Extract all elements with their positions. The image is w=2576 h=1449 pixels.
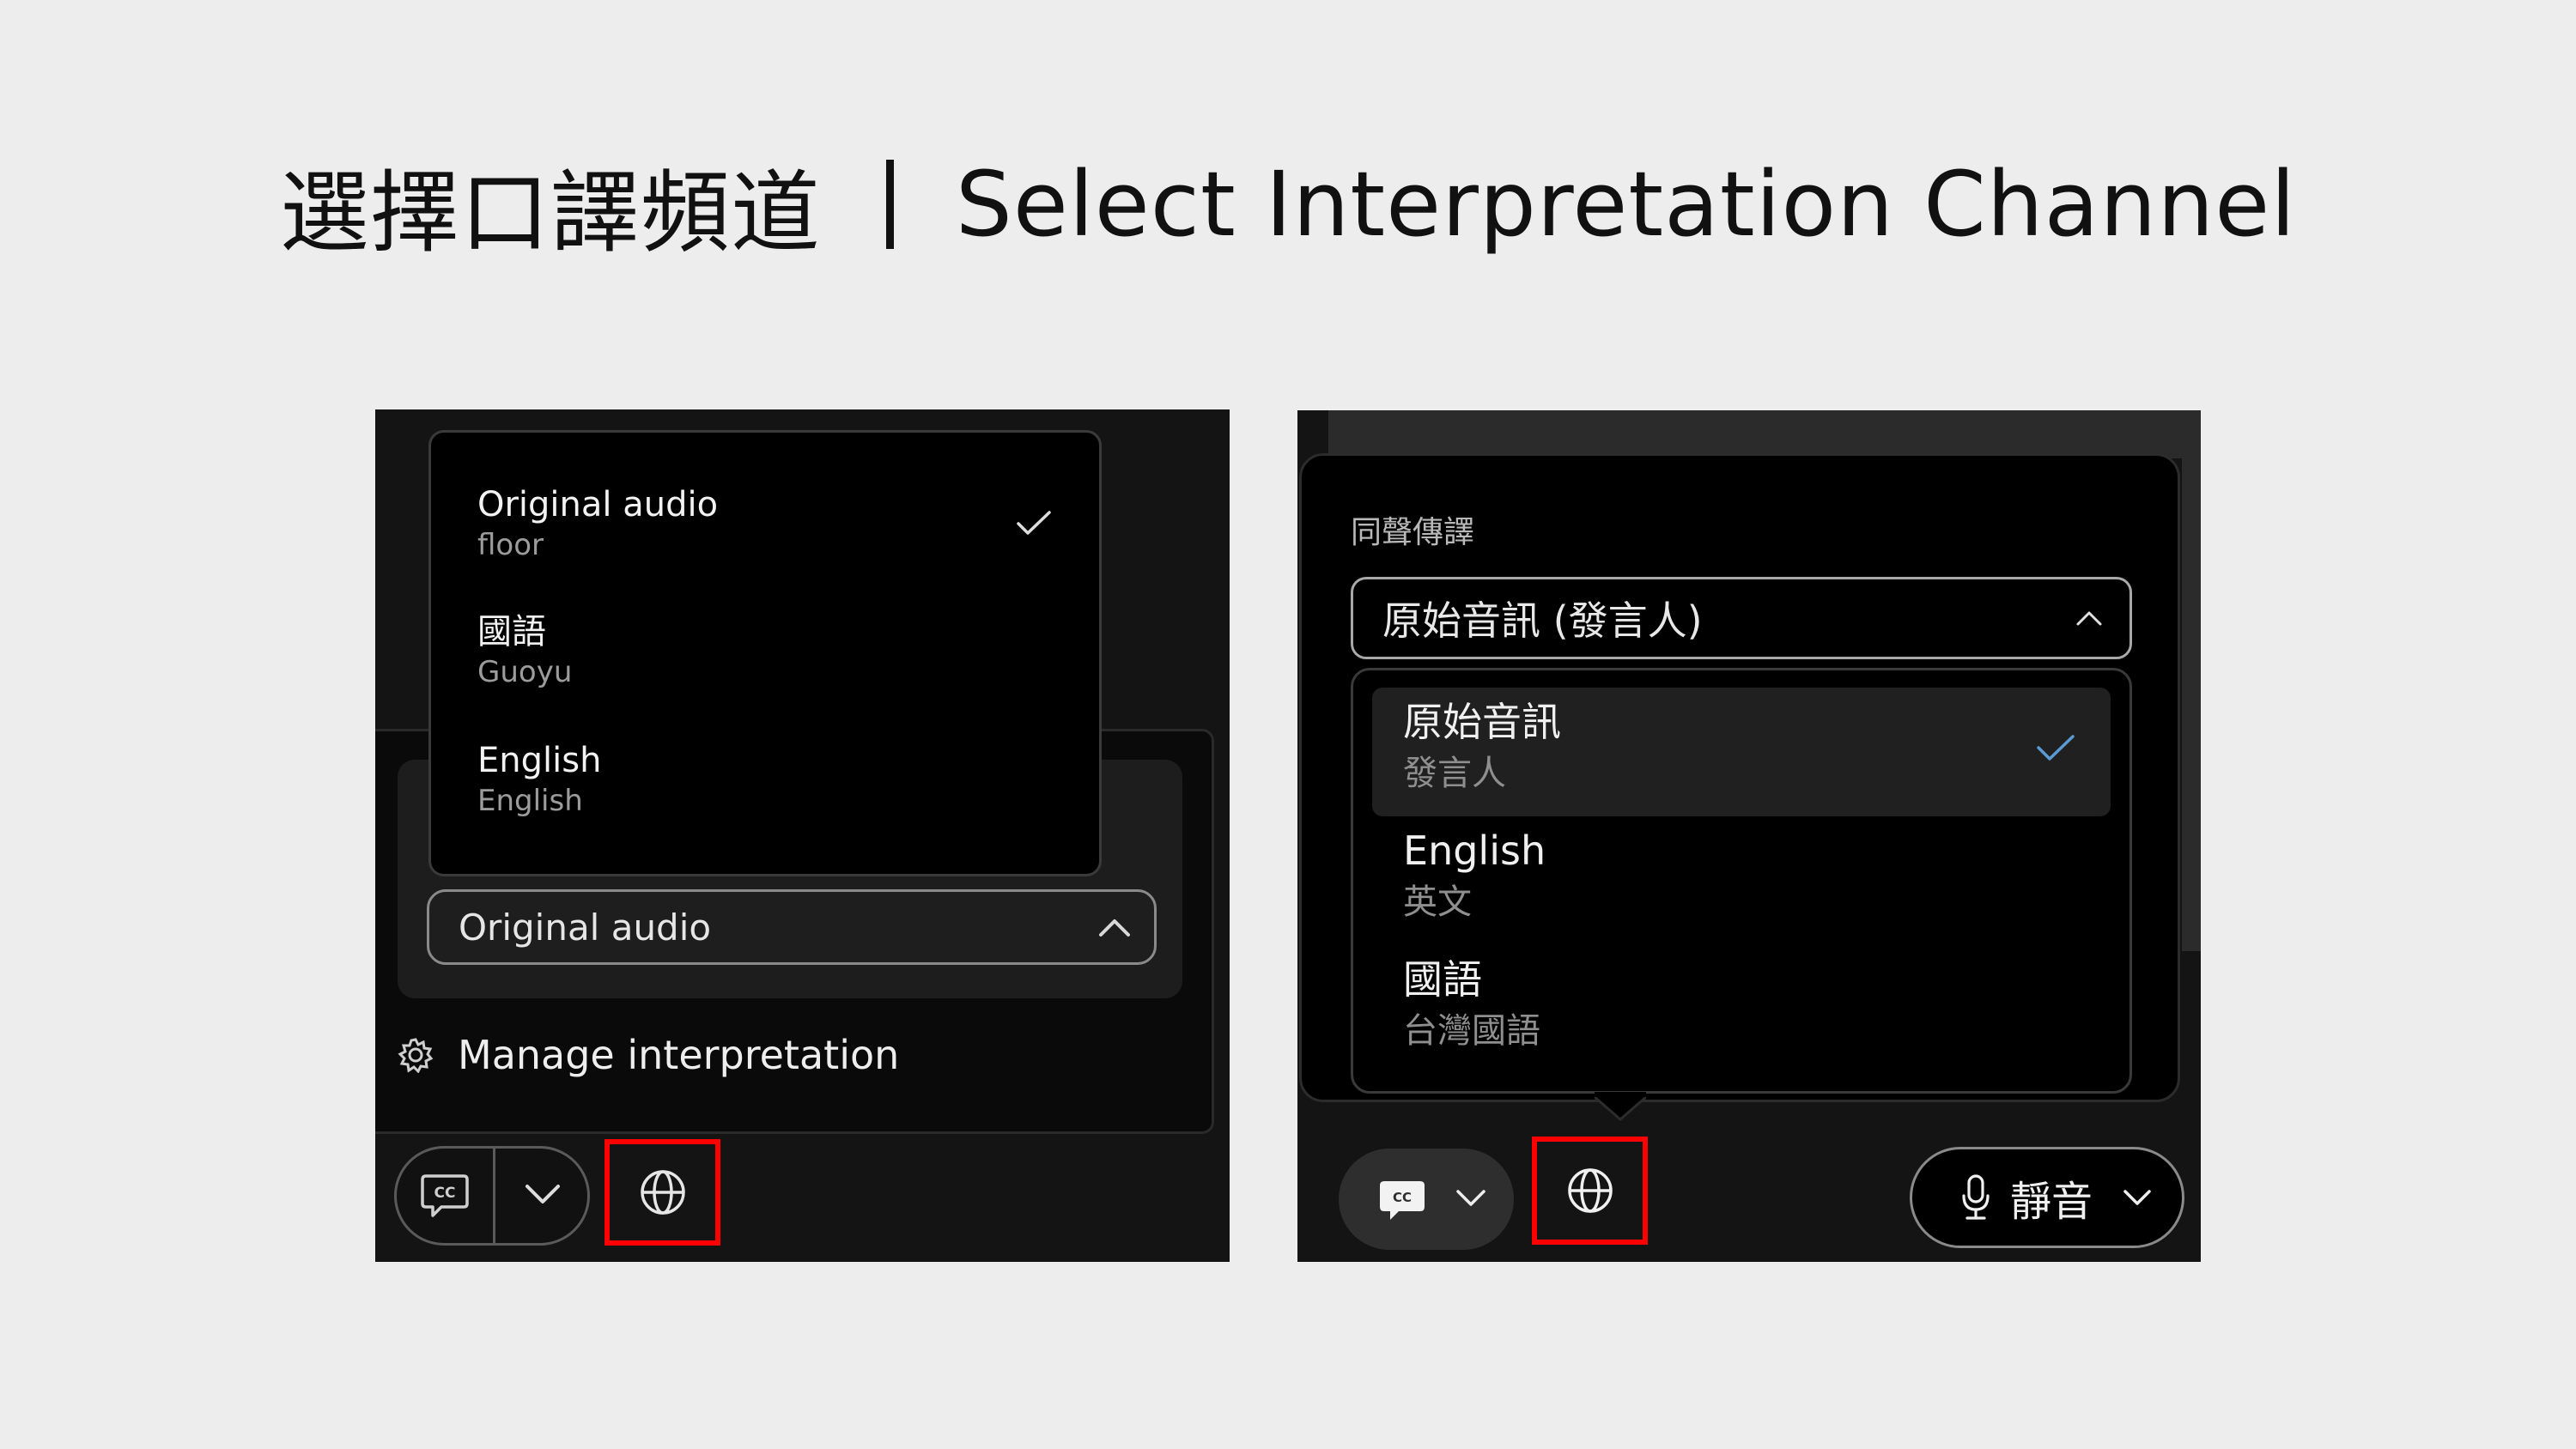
left-screenshot-panel: Original audio Manage interpretation Ori…	[375, 409, 1230, 1262]
manage-interpretation-label: Manage interpretation	[458, 1032, 900, 1078]
menu-item-label: Original audio	[477, 485, 719, 524]
language-menu: Original audio floor 國語 Guoyu English En…	[428, 430, 1102, 876]
list-item-label: 國語	[1403, 956, 1482, 1003]
mute-label: 靜音	[2010, 1178, 2093, 1226]
dropdown-value: 原始音訊 (發言人)	[1382, 597, 1703, 644]
list-item-original-audio[interactable]: 原始音訊 發言人	[1372, 688, 2111, 816]
menu-item-guoyu[interactable]: 國語 Guoyu	[477, 611, 572, 692]
closed-caption-icon[interactable]: CC	[1378, 1179, 1426, 1222]
menu-item-label: English	[477, 741, 602, 780]
chevron-down-icon[interactable]	[1454, 1185, 1488, 1210]
menu-item-sublabel: floor	[477, 528, 544, 562]
section-label: 同聲傳譯	[1351, 515, 1475, 550]
title-en: Select Interpretation Channel	[955, 152, 2297, 257]
gear-icon	[398, 1037, 434, 1073]
list-item-sublabel: 發言人	[1403, 754, 1506, 793]
captions-control: CC	[394, 1146, 590, 1246]
background-scroll-area	[2182, 458, 2201, 951]
title-separator	[885, 160, 894, 249]
language-dropdown[interactable]: Original audio	[427, 889, 1157, 965]
globe-icon	[1565, 1166, 1615, 1216]
menu-item-original-audio[interactable]: Original audio floor	[477, 484, 718, 565]
chevron-up-icon	[2075, 607, 2104, 629]
svg-text:CC: CC	[1393, 1190, 1412, 1205]
manage-interpretation-button[interactable]: Manage interpretation	[398, 1028, 899, 1082]
language-list: 原始音訊 發言人 English 英文 國語 台灣國語	[1351, 668, 2132, 1094]
interpretation-globe-button[interactable]	[1532, 1137, 1648, 1245]
popover-pointer	[1595, 1092, 1646, 1123]
language-dropdown[interactable]: 原始音訊 (發言人)	[1351, 577, 2132, 659]
captions-control: CC	[1339, 1149, 1514, 1250]
chevron-down-icon[interactable]	[522, 1179, 563, 1210]
check-icon	[1015, 508, 1053, 537]
globe-icon	[638, 1167, 688, 1217]
background-bar	[1328, 410, 2201, 458]
list-item-sublabel: 台灣國語	[1403, 1011, 1540, 1051]
chevron-down-icon[interactable]	[2122, 1185, 2153, 1210]
divider	[493, 1149, 495, 1243]
menu-item-label: 國語	[477, 612, 546, 652]
closed-caption-icon[interactable]: CC	[419, 1173, 471, 1221]
slide: 選擇口譯頻道 Select Interpretation Channel Ori…	[0, 0, 2576, 1449]
list-item-label: English	[1403, 828, 1546, 874]
list-item-english[interactable]: English 英文	[1372, 816, 2111, 945]
interpretation-globe-button[interactable]	[605, 1139, 720, 1246]
check-icon	[2035, 732, 2076, 763]
svg-text:CC: CC	[434, 1185, 456, 1202]
microphone-icon	[1960, 1173, 1991, 1222]
menu-item-english[interactable]: English English	[477, 740, 601, 821]
slide-title: 選擇口譯頻道 Select Interpretation Channel	[0, 144, 2576, 265]
dropdown-value: Original audio	[459, 906, 712, 949]
list-item-label: 原始音訊	[1403, 699, 1561, 745]
menu-item-sublabel: English	[477, 784, 583, 818]
title-zh: 選擇口譯頻道	[279, 160, 821, 265]
menu-item-sublabel: Guoyu	[477, 655, 573, 689]
right-screenshot-panel: 同聲傳譯 原始音訊 (發言人) 原始音訊 發言人 English 英文 國語 台…	[1297, 410, 2201, 1262]
mute-button[interactable]: 靜音	[1910, 1147, 2184, 1248]
list-item-guoyu[interactable]: 國語 台灣國語	[1372, 945, 2111, 1074]
chevron-up-icon	[1097, 914, 1132, 940]
list-item-sublabel: 英文	[1403, 882, 1472, 922]
